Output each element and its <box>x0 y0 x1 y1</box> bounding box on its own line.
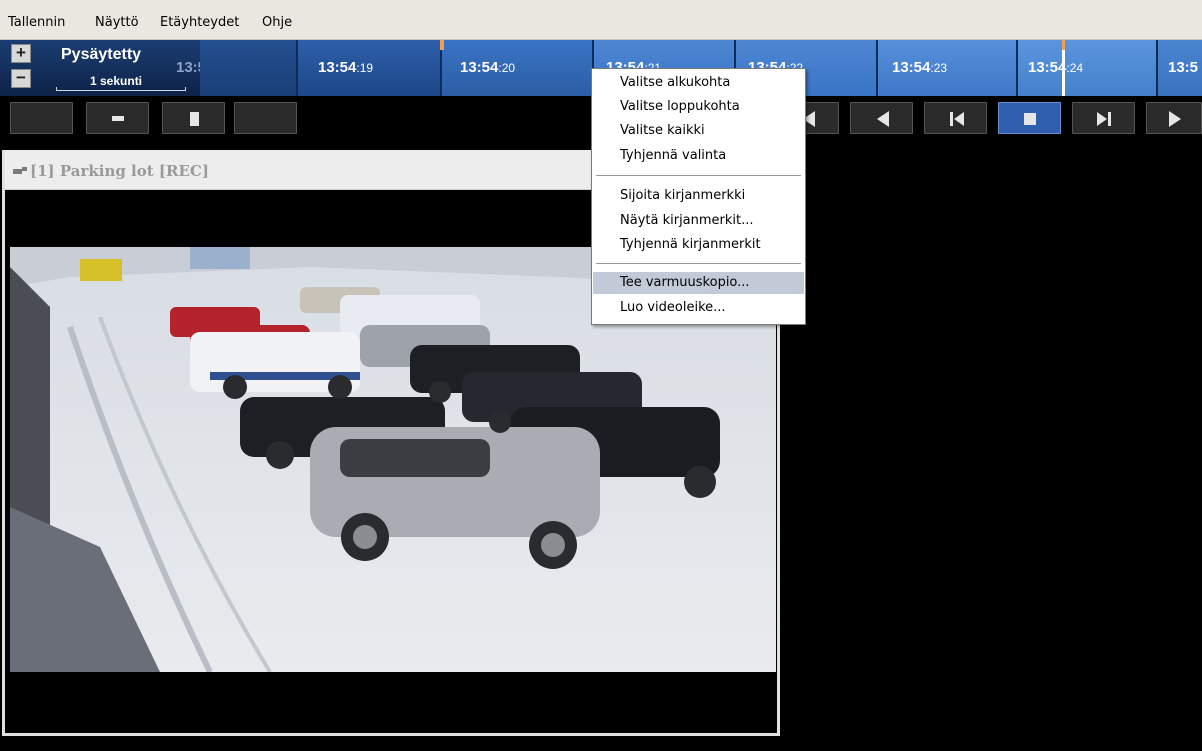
control-button[interactable] <box>234 102 297 134</box>
camera-icon <box>13 167 27 174</box>
timeline-segment[interactable]: 13:54:23 <box>876 40 1016 96</box>
zoom-out-button[interactable]: − <box>11 69 31 88</box>
menu-etayhteydet[interactable]: Etäyhteydet <box>160 15 239 30</box>
control-button[interactable] <box>10 102 73 134</box>
timeline-segment[interactable]: 13:54:19 <box>296 40 440 96</box>
selection-marker-start[interactable] <box>440 40 444 96</box>
menu-item-create-clip[interactable]: Luo videoleike... <box>593 297 804 319</box>
step-back-icon <box>877 111 889 127</box>
stop-button[interactable] <box>998 102 1061 134</box>
timeline-segment[interactable] <box>200 40 296 96</box>
context-menu: Valitse alkukohta Valitse loppukohta Val… <box>591 68 806 325</box>
menu-item-add-bookmark[interactable]: Sijoita kirjanmerkki <box>593 185 804 207</box>
skip-start-icon <box>950 112 964 126</box>
menu-item-clear-selection[interactable]: Tyhjennä valinta <box>593 145 804 167</box>
menu-item-select-all[interactable]: Valitse kaikki <box>593 120 804 142</box>
restore-button[interactable] <box>162 102 225 134</box>
stop-icon <box>1024 113 1036 125</box>
menu-item-select-end[interactable]: Valitse loppukohta <box>593 96 804 118</box>
restore-icon <box>190 112 199 126</box>
speed-label[interactable]: 1 sekunti <box>90 74 142 88</box>
skip-to-start-button[interactable] <box>924 102 987 134</box>
camera-title: [1] Parking lot [REC] <box>30 162 209 180</box>
playback-state-label: Pysäytetty <box>61 46 142 63</box>
timeline-segment[interactable]: 13:54:20 <box>440 40 592 96</box>
skip-to-end-button[interactable] <box>1072 102 1135 134</box>
menu-separator <box>596 175 801 176</box>
menu-separator <box>596 263 801 264</box>
menu-item-clear-bookmarks[interactable]: Tyhjennä kirjanmerkit <box>593 234 804 256</box>
menu-ohje[interactable]: Ohje <box>262 15 292 30</box>
play-button[interactable] <box>1146 102 1202 134</box>
menu-bar: Tallennin Näyttö Etäyhteydet Ohje <box>0 0 1202 40</box>
skip-end-icon <box>1097 112 1111 126</box>
playback-state-panel: + − 13:54:18 Pysäytetty 1 sekunti <box>0 40 236 96</box>
timeline-segment[interactable]: 13:54:24 <box>1016 40 1156 96</box>
menu-item-show-bookmarks[interactable]: Näytä kirjanmerkit... <box>593 210 804 232</box>
menu-tallennin[interactable]: Tallennin <box>8 15 65 30</box>
menu-naytto[interactable]: Näyttö <box>95 15 139 30</box>
playhead-marker[interactable] <box>1062 40 1065 96</box>
minimize-icon <box>112 116 124 121</box>
menu-item-select-start[interactable]: Valitse alkukohta <box>593 72 804 94</box>
menu-item-backup[interactable]: Tee varmuuskopio... <box>593 272 804 294</box>
step-back-button[interactable] <box>850 102 913 134</box>
minimize-button[interactable] <box>86 102 149 134</box>
timeline-segment[interactable]: 13:5 <box>1156 40 1202 96</box>
play-icon <box>1169 111 1181 127</box>
zoom-in-button[interactable]: + <box>11 44 31 63</box>
